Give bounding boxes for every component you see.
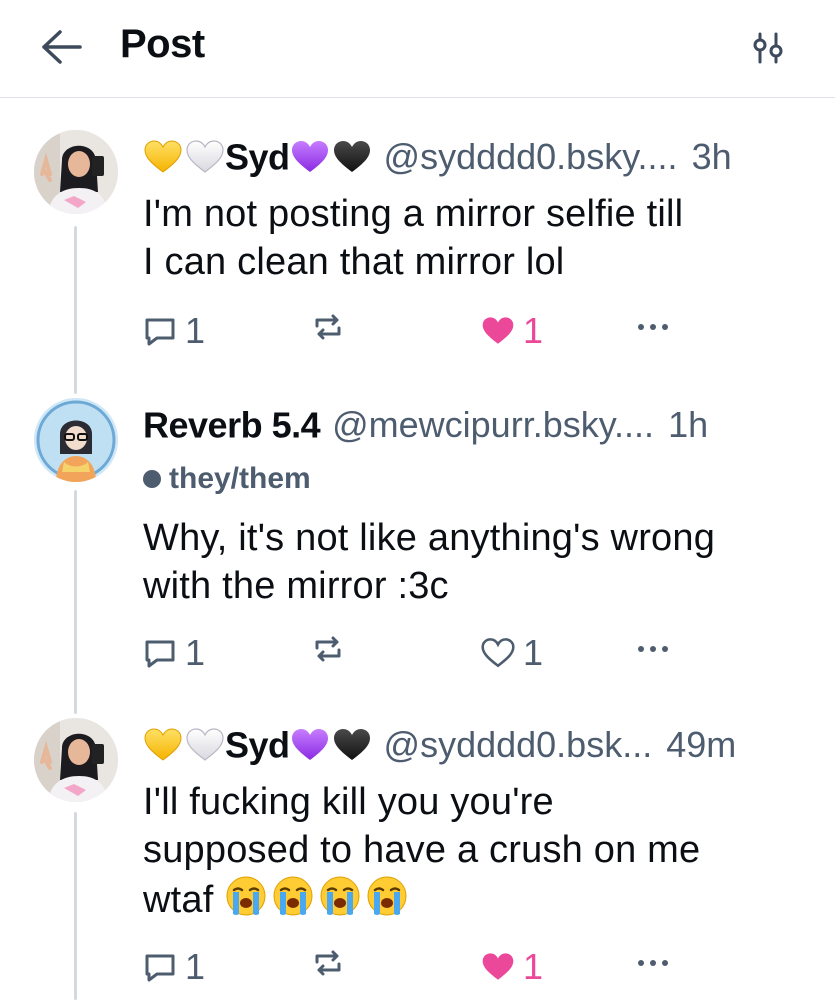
post-header: Reverb 5.4 @mewcipurr.bsky.... 1h <box>143 402 808 446</box>
thread-line <box>74 812 77 1000</box>
purple-heart-icon <box>291 729 328 761</box>
ellipsis-icon <box>638 324 668 330</box>
like-button[interactable]: 1 <box>481 946 543 988</box>
pronouns-label: they/them <box>169 462 311 495</box>
reply-icon <box>145 318 175 346</box>
more-options-button[interactable] <box>633 632 673 666</box>
avatar[interactable] <box>34 398 118 482</box>
post-text: I'll fucking kill you you're supposed to… <box>143 778 813 924</box>
yellow-heart-icon <box>144 728 182 761</box>
like-count: 1 <box>523 946 544 987</box>
white-heart-icon <box>186 140 224 174</box>
repost-button[interactable] <box>311 310 345 344</box>
reply-icon <box>145 954 175 982</box>
post-header: Syd @sydddd0.bsk... 49m <box>143 722 808 766</box>
ellipsis-icon <box>638 646 668 652</box>
ellipsis-icon <box>638 960 668 966</box>
reply-button[interactable]: 1 <box>143 310 205 352</box>
reply-count: 1 <box>185 310 206 351</box>
post-text-line: I'm not posting a mirror selfie till <box>143 193 684 235</box>
post-text-line: Why, it's not like anything's wrong <box>143 517 716 559</box>
heart-filled-icon <box>482 317 514 344</box>
post-text-line: supposed to have a crush on me <box>143 829 701 871</box>
yellow-heart-icon <box>144 140 182 173</box>
author-handle[interactable]: @sydddd0.bsky.... <box>384 136 678 177</box>
more-options-button[interactable] <box>633 946 673 980</box>
author-emoji-prefix <box>143 139 225 175</box>
reply-button[interactable]: 1 <box>143 946 205 988</box>
reply-button[interactable]: 1 <box>143 632 205 674</box>
post-text: Why, it's not like anything's wrong with… <box>143 514 813 610</box>
author-emoji-suffix <box>290 139 372 175</box>
post-header: Syd @sydddd0.bsky.... 3h <box>143 134 808 178</box>
repost-icon <box>315 950 341 976</box>
post-actions: 1 1 <box>143 310 688 352</box>
top-bar: Post <box>0 0 835 98</box>
reply-icon <box>145 640 175 668</box>
like-button[interactable]: 1 <box>481 310 543 352</box>
post-text-line: with the mirror :3c <box>143 565 449 607</box>
like-count: 1 <box>523 632 544 673</box>
reply-count: 1 <box>185 946 206 987</box>
post-text-line: I'll fucking kill you you're <box>143 781 554 823</box>
loudly-crying-face-icon <box>367 876 407 916</box>
arrow-left-icon[interactable] <box>38 26 84 68</box>
post-text-line: wtaf <box>143 874 813 924</box>
heart-filled-icon <box>482 953 514 980</box>
more-options-button[interactable] <box>633 310 673 344</box>
post-text-line: I can clean that mirror lol <box>143 241 565 283</box>
loudly-crying-face-icon <box>226 876 266 916</box>
like-count: 1 <box>523 310 544 351</box>
pronouns: they/them <box>143 462 311 496</box>
post-text: I'm not posting a mirror selfie till I c… <box>143 190 813 286</box>
sliders-icon[interactable] <box>748 30 788 66</box>
author-emoji-prefix <box>143 727 225 763</box>
author-handle[interactable]: @mewcipurr.bsky.... <box>332 404 654 445</box>
repost-icon <box>315 314 341 340</box>
avatar[interactable] <box>34 130 118 214</box>
loudly-crying-face-icon <box>273 876 313 916</box>
info-icon <box>143 470 161 488</box>
author-name[interactable]: Syd <box>225 724 290 765</box>
black-heart-icon <box>333 729 370 761</box>
author-handle[interactable]: @sydddd0.bsk... <box>384 724 653 765</box>
like-button[interactable]: 1 <box>481 632 543 674</box>
avatar[interactable] <box>34 718 118 802</box>
post-time[interactable]: 49m <box>666 724 736 765</box>
white-heart-icon <box>186 728 224 762</box>
page-title: Post <box>120 22 205 66</box>
repost-icon <box>315 636 341 662</box>
loudly-crying-face-icon <box>320 876 360 916</box>
repost-button[interactable] <box>311 632 345 666</box>
black-heart-icon <box>333 141 370 173</box>
post-actions: 1 1 <box>143 632 688 674</box>
author-name[interactable]: Syd <box>225 136 290 177</box>
author-name[interactable]: Reverb 5.4 <box>143 404 321 445</box>
purple-heart-icon <box>291 141 328 173</box>
post-time[interactable]: 3h <box>692 136 732 177</box>
post-actions: 1 1 <box>143 946 688 988</box>
heart-outline-icon <box>481 638 515 668</box>
reply-count: 1 <box>185 632 206 673</box>
thread-line <box>74 490 77 714</box>
author-emoji-suffix <box>290 727 372 763</box>
post-text-word: wtaf <box>143 879 214 921</box>
emoji-row <box>224 876 412 921</box>
repost-button[interactable] <box>311 946 345 980</box>
post-time[interactable]: 1h <box>668 404 708 445</box>
thread-line <box>74 226 77 394</box>
